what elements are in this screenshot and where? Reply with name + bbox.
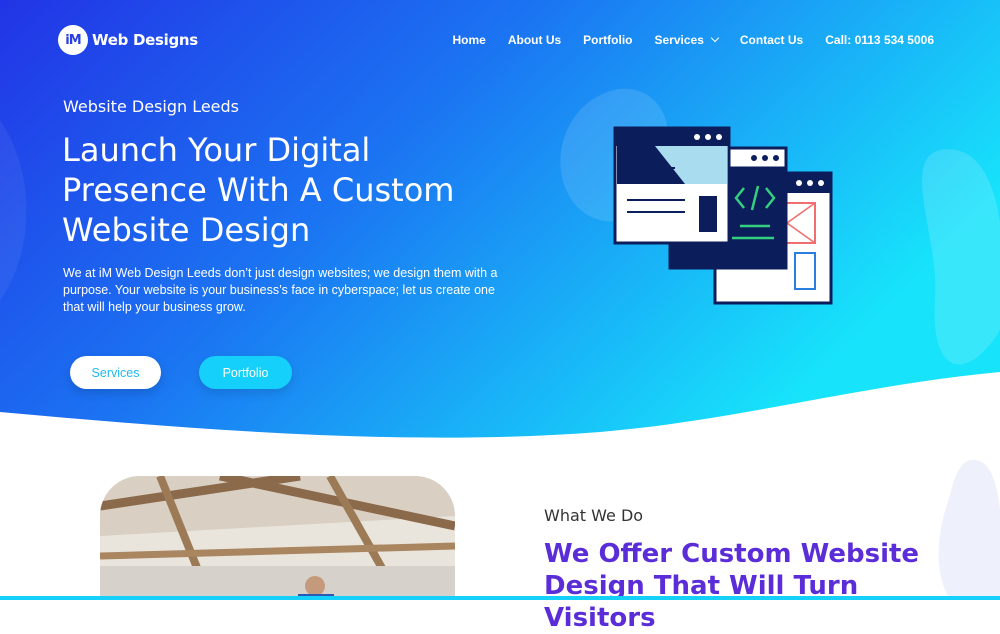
browser-windows-code-illustration xyxy=(613,126,833,305)
main-menu: Home About Us Portfolio Services Contact… xyxy=(453,33,935,47)
nav-item-home[interactable]: Home xyxy=(453,33,486,47)
nav-item-services[interactable]: Services xyxy=(654,33,720,47)
hero-description: We at iM Web Design Leeds don’t just des… xyxy=(63,266,498,314)
hero-eyebrow: Website Design Leeds xyxy=(63,97,240,116)
logo-mark: iM xyxy=(58,25,88,55)
bottom-accent-bar xyxy=(0,596,1000,600)
portfolio-button[interactable]: Portfolio xyxy=(199,356,292,389)
chevron-down-icon xyxy=(710,33,720,43)
section-eyebrow: What We Do xyxy=(544,506,644,525)
hero-headline: Launch Your Digital Presence With A Cust… xyxy=(62,131,455,249)
nav-item-contact-us[interactable]: Contact Us xyxy=(740,33,803,47)
section-title: We Offer Custom Website Design That Will… xyxy=(544,539,920,633)
site-logo[interactable]: iM Web Designs xyxy=(58,25,198,55)
services-button[interactable]: Services xyxy=(70,356,161,389)
logo-text: Web Designs xyxy=(92,31,198,49)
nav-item-call[interactable]: Call: 0113 534 5006 xyxy=(825,33,934,47)
top-navigation: iM Web Designs Home About Us Portfolio S… xyxy=(0,0,1000,84)
office-team-photo xyxy=(100,476,455,600)
nav-item-portfolio[interactable]: Portfolio xyxy=(583,33,632,47)
nav-item-about-us[interactable]: About Us xyxy=(508,33,561,47)
nav-item-services-label: Services xyxy=(654,33,704,47)
hero-section: iM Web Designs Home About Us Portfolio S… xyxy=(0,0,1000,440)
